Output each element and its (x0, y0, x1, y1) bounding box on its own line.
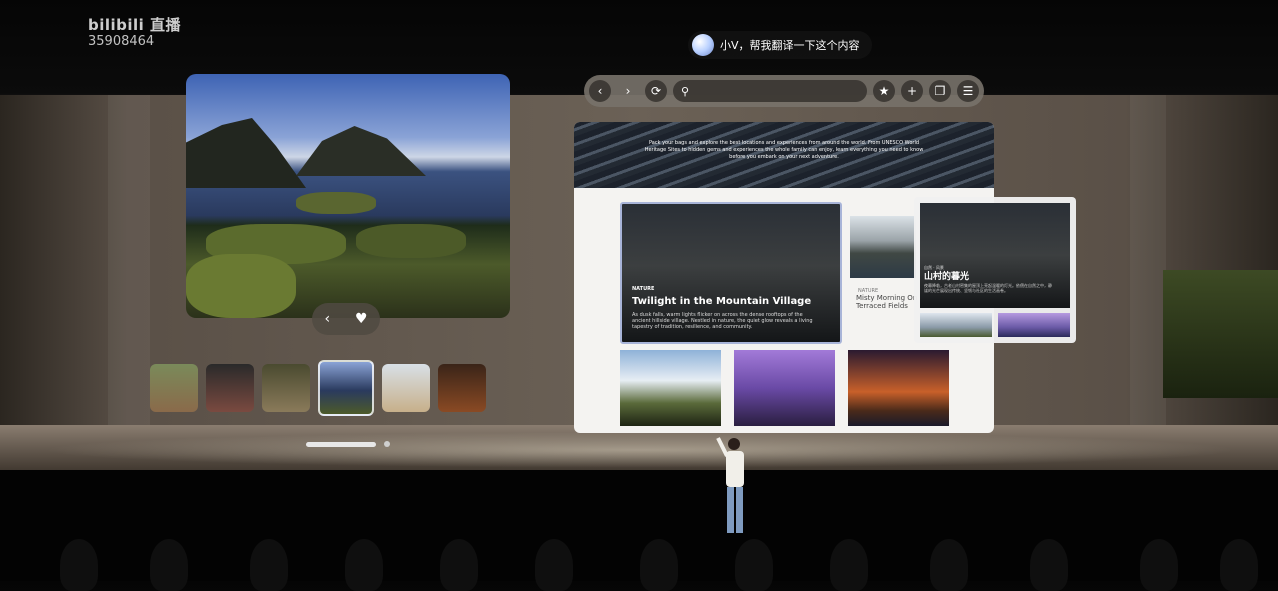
photo-island (356, 224, 466, 258)
chevron-left-icon[interactable]: ‹ (589, 80, 611, 102)
featured-title: Twilight in the Mountain Village (632, 296, 812, 307)
popup-thumb[interactable] (920, 313, 992, 337)
photo-mountain (186, 118, 306, 188)
thumbnail[interactable] (206, 364, 254, 412)
room-id: 35908464 (88, 34, 155, 49)
voice-assistant-pill: 小V，帮我翻译一下这个内容 (688, 31, 872, 59)
audience-head (150, 539, 188, 591)
audience-head (640, 539, 678, 591)
thumbnail[interactable] (262, 364, 310, 412)
audience-head (60, 539, 98, 591)
photo-island (296, 192, 376, 214)
audience-head (345, 539, 383, 591)
audience-head (250, 539, 288, 591)
menu-icon[interactable]: ☰ (957, 80, 979, 102)
gallery-image[interactable] (848, 350, 949, 426)
viewer-controls: ‹ ♥ (312, 303, 380, 335)
audience-head (735, 539, 773, 591)
thumbnail-selected[interactable] (318, 360, 374, 416)
plus-icon[interactable]: + (901, 80, 923, 102)
popup-title: 山村的暮光 (924, 272, 970, 282)
photo-island (186, 254, 296, 318)
audience-head (535, 539, 573, 591)
heart-icon[interactable]: ♥ (355, 311, 368, 327)
popup-thumb[interactable] (998, 313, 1070, 337)
tabs-icon[interactable]: ❐ (929, 80, 951, 102)
floor-light (40, 432, 1240, 468)
thumbnail[interactable] (150, 364, 198, 412)
photo-viewer[interactable] (186, 74, 510, 318)
audience-head (1140, 539, 1178, 591)
page-indicator-active[interactable] (306, 441, 376, 447)
audience-head (930, 539, 968, 591)
page-indicator-dot[interactable] (384, 441, 390, 447)
audience-head (1030, 539, 1068, 591)
thumbnail[interactable] (382, 364, 430, 412)
featured-description: As dusk falls, warm lights flicker on ac… (632, 312, 813, 330)
featured-card[interactable]: NATURE Twilight in the Mountain Village … (620, 202, 842, 344)
thumbnail-strip (150, 360, 486, 416)
assistant-orb-icon (692, 34, 714, 56)
photo-mountain (296, 126, 426, 176)
gallery-image[interactable] (734, 350, 835, 426)
thumbnail[interactable] (438, 364, 486, 412)
chevron-right-icon[interactable]: › (617, 80, 639, 102)
chevron-left-icon[interactable]: ‹ (324, 311, 330, 327)
popup-description: 夜幕降临，古老山村密集的屋顶上亮起温暖的灯光。依偎在自然之中，静谧的光芒展现出传… (924, 283, 1052, 293)
audience-area (0, 470, 1278, 591)
browser-toolbar: ‹ › ⟳ ⚲ ★ + ❐ ☰ (584, 75, 984, 107)
hero-banner: Pack your bags and explore the best loca… (574, 122, 994, 188)
star-icon[interactable]: ★ (873, 80, 895, 102)
search-icon: ⚲ (681, 84, 690, 98)
gallery-image[interactable] (620, 350, 721, 426)
side-screen (1163, 270, 1278, 398)
translation-popup[interactable]: 自然 · 风景 山村的暮光 夜幕降临，古老山村密集的屋顶上亮起温暖的灯光。依偎在… (914, 197, 1076, 343)
reload-icon[interactable]: ⟳ (645, 80, 667, 102)
featured-tag: NATURE (632, 286, 655, 292)
stage-pillar (1130, 95, 1166, 425)
stage-pillar (108, 95, 150, 425)
page-indicator (306, 441, 390, 447)
hero-text: Pack your bags and explore the best loca… (644, 140, 924, 160)
address-bar[interactable]: ⚲ (673, 80, 867, 102)
audience-head (1220, 539, 1258, 591)
assistant-prompt: 小V，帮我翻译一下这个内容 (720, 39, 860, 52)
side-card-image[interactable] (850, 216, 916, 278)
presenter (716, 437, 744, 533)
audience-head (830, 539, 868, 591)
stream-logo: bilibili 直播 (88, 16, 182, 34)
audience-head (440, 539, 478, 591)
